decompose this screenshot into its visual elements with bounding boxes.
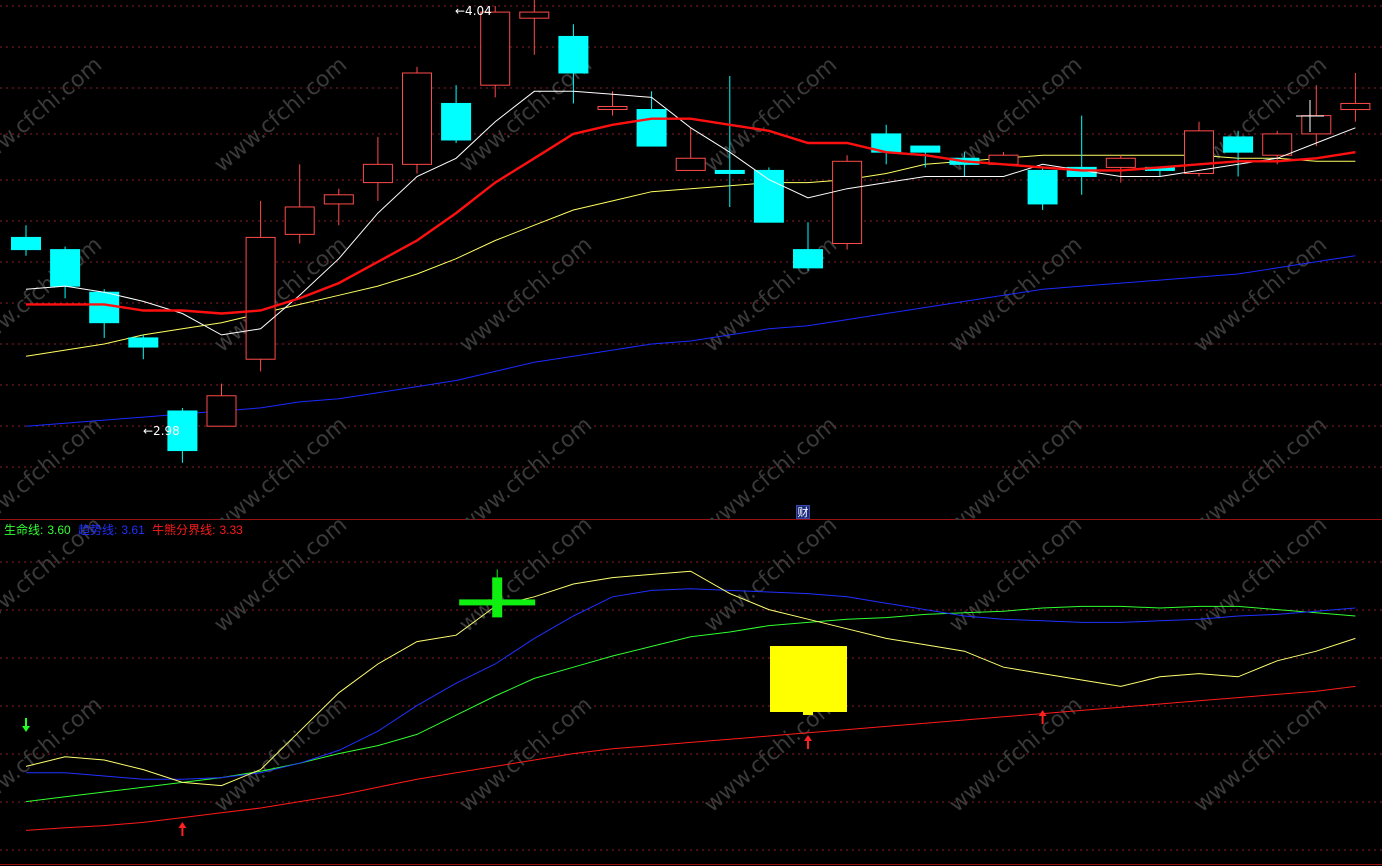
candle-body[interactable] (1105, 157, 1136, 168)
candle-body[interactable] (1223, 136, 1254, 153)
life-line-label: 生命线: (4, 523, 44, 537)
indicator-legend: 生命线: 3.60 趋势线: 3.61 牛熊分界线: 3.33 (4, 521, 247, 538)
watermark-text: www.cfchi.com (0, 692, 107, 817)
life-line-value: 3.60 (47, 523, 71, 537)
watermark-text: www.cfchi.com (700, 520, 842, 638)
candle-body[interactable] (284, 206, 315, 235)
watermark-text: www.cfchi.com (210, 692, 352, 817)
watermark-text: www.cfchi.com (210, 412, 352, 520)
candle-body[interactable] (558, 35, 589, 74)
watermark-text: www.cfchi.com (0, 52, 107, 177)
cross-signal-horizontal (459, 599, 536, 606)
stock-chart-window: www.cfchi.com www.cfchi.com www.cfchi.com w… (0, 0, 1382, 866)
ma5-line (25, 90, 1356, 336)
watermark-text: www.cfchi.com (1190, 412, 1332, 520)
up-arrow-icon (178, 822, 187, 828)
watermark-text: www.cfchi.com (455, 412, 597, 520)
signal-box-tail (803, 710, 813, 715)
candle-body[interactable] (1184, 130, 1214, 174)
candlestick-chart-panel[interactable]: www.cfchi.com www.cfchi.com www.cfchi.com w… (0, 0, 1382, 520)
watermark-text: www.cfchi.com (945, 232, 1087, 357)
boundary-line-value: 3.33 (219, 523, 243, 537)
watermark-text: www.cfchi.com (455, 692, 597, 817)
watermark-text: www.cfchi.com (700, 412, 842, 520)
signal-box (770, 646, 847, 712)
candle-body[interactable] (1340, 102, 1371, 111)
candle-body[interactable] (597, 105, 628, 111)
indicator-panel[interactable]: www.cfchi.com www.cfchi.com www.cfchi.com w… (0, 520, 1382, 866)
watermark-text: www.cfchi.com (700, 52, 842, 177)
low-price-marker: ←2.98 (143, 424, 180, 438)
boundary-line-label: 牛熊分界线: (152, 523, 216, 537)
candle-body[interactable] (910, 145, 941, 153)
candle-body[interactable] (480, 11, 511, 86)
high-price-marker: ←4.04 (455, 4, 492, 18)
candle-body[interactable] (753, 169, 784, 223)
watermark-text: www.cfchi.com (455, 232, 597, 357)
candle-body[interactable] (89, 291, 120, 324)
watermark-text: www.cfchi.com (1190, 692, 1332, 817)
candle-body[interactable] (675, 157, 706, 171)
candle-body[interactable] (362, 163, 393, 184)
finance-icon[interactable]: 财 (796, 505, 810, 519)
oscillator-line (25, 570, 1356, 787)
watermark-text: www.cfchi.com (210, 232, 352, 357)
candle-body[interactable] (245, 236, 276, 360)
watermark-text: www.cfchi.com (0, 412, 107, 520)
candle-body[interactable] (1301, 115, 1332, 135)
candle-body[interactable] (323, 194, 354, 205)
candle-body[interactable] (793, 249, 823, 269)
candle-body[interactable] (1027, 169, 1058, 205)
candle-body[interactable] (1262, 133, 1293, 156)
candle-body[interactable] (636, 109, 667, 147)
cross-signal-vertical (492, 577, 503, 618)
watermark-text: www.cfchi.com (210, 52, 352, 177)
candle-body[interactable] (50, 249, 81, 287)
down-arrow-icon (22, 726, 30, 732)
candle-body[interactable] (714, 169, 745, 174)
candle-body[interactable] (402, 72, 432, 165)
candle-body[interactable] (519, 11, 550, 19)
candle-body[interactable] (206, 395, 237, 427)
candle-body[interactable] (441, 102, 472, 141)
trend-line-label: 趋势线: (78, 523, 118, 537)
candle-body[interactable] (832, 160, 863, 245)
candle-body[interactable] (11, 236, 41, 251)
trend-line-value: 3.61 (121, 523, 145, 537)
watermark-text: www.cfchi.com (945, 412, 1087, 520)
candle-body[interactable] (128, 337, 159, 348)
watermark-text: www.cfchi.com (1190, 520, 1332, 638)
watermark-text: www.cfchi.com (1190, 232, 1332, 357)
